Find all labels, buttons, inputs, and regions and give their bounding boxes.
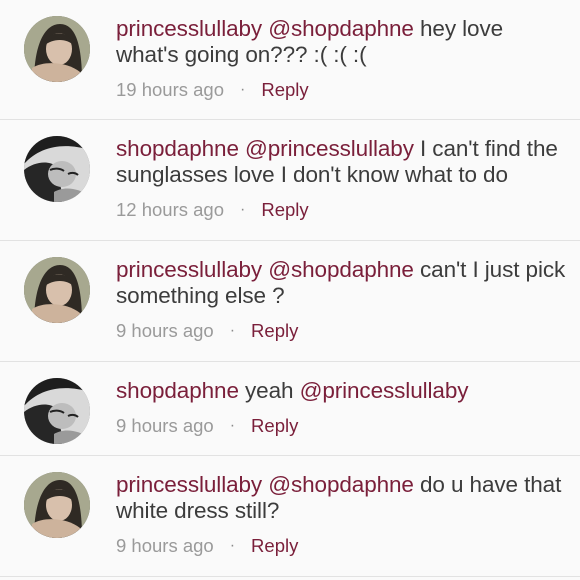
comment-item: shopdaphne yeah @princesslullaby 9 hours…: [0, 362, 580, 456]
separator-dot: ·: [229, 417, 236, 434]
username-link[interactable]: princesslullaby: [116, 257, 262, 282]
comment-meta: 9 hours ago · Reply: [116, 320, 566, 342]
avatar-photo-icon: [24, 257, 90, 323]
mention-link[interactable]: @shopdaphne: [268, 472, 414, 497]
reply-button[interactable]: Reply: [251, 320, 298, 342]
username-link[interactable]: princesslullaby: [116, 472, 262, 497]
comment-item: princesslullaby @shopdaphne can't I just…: [0, 241, 580, 362]
mention-link[interactable]: @shopdaphne: [268, 16, 414, 41]
avatar-photo-icon: [24, 378, 90, 444]
reply-button[interactable]: Reply: [251, 415, 298, 437]
comment-list: princesslullaby @shopdaphne hey love wha…: [0, 0, 580, 577]
comment-text: princesslullaby @shopdaphne do u have th…: [116, 472, 566, 524]
mention-link[interactable]: @shopdaphne: [268, 257, 414, 282]
reply-button[interactable]: Reply: [261, 79, 308, 101]
reply-button[interactable]: Reply: [261, 199, 308, 221]
avatar-photo-icon: [24, 136, 90, 202]
comment-meta: 9 hours ago · Reply: [116, 535, 566, 557]
mention-link[interactable]: @princesslullaby: [245, 136, 414, 161]
comment-item: princesslullaby @shopdaphne do u have th…: [0, 456, 580, 577]
timestamp: 9 hours ago: [116, 415, 214, 436]
separator-dot: ·: [240, 81, 246, 98]
comment-meta: 9 hours ago · Reply: [116, 415, 566, 437]
avatar[interactable]: [24, 472, 90, 538]
avatar[interactable]: [24, 378, 90, 444]
comment-meta: 19 hours ago · Reply: [116, 79, 566, 101]
separator-dot: ·: [240, 201, 246, 218]
avatar-photo-icon: [24, 472, 90, 538]
timestamp: 9 hours ago: [116, 535, 214, 556]
reply-button[interactable]: Reply: [251, 535, 298, 557]
comment-meta: 12 hours ago · Reply: [116, 199, 566, 221]
comment-item: princesslullaby @shopdaphne hey love wha…: [0, 0, 580, 120]
avatar[interactable]: [24, 16, 90, 82]
username-link[interactable]: shopdaphne: [116, 136, 239, 161]
username-link[interactable]: shopdaphne: [116, 378, 239, 403]
avatar[interactable]: [24, 257, 90, 323]
timestamp: 19 hours ago: [116, 79, 225, 100]
avatar-photo-icon: [24, 16, 90, 82]
separator-dot: ·: [229, 322, 236, 339]
username-link[interactable]: princesslullaby: [116, 16, 262, 41]
mention-link[interactable]: @princesslullaby: [300, 378, 469, 403]
timestamp: 9 hours ago: [116, 320, 214, 341]
separator-dot: ·: [229, 537, 236, 554]
comment-text: shopdaphne @princesslullaby I can't find…: [116, 136, 566, 188]
comment-item: shopdaphne @princesslullaby I can't find…: [0, 120, 580, 241]
timestamp: 12 hours ago: [116, 199, 225, 220]
avatar[interactable]: [24, 136, 90, 202]
comment-text: shopdaphne yeah @princesslullaby: [116, 378, 566, 404]
comment-text: princesslullaby @shopdaphne hey love wha…: [116, 16, 566, 68]
comment-text: princesslullaby @shopdaphne can't I just…: [116, 257, 566, 309]
comment-message: yeah: [238, 378, 300, 403]
